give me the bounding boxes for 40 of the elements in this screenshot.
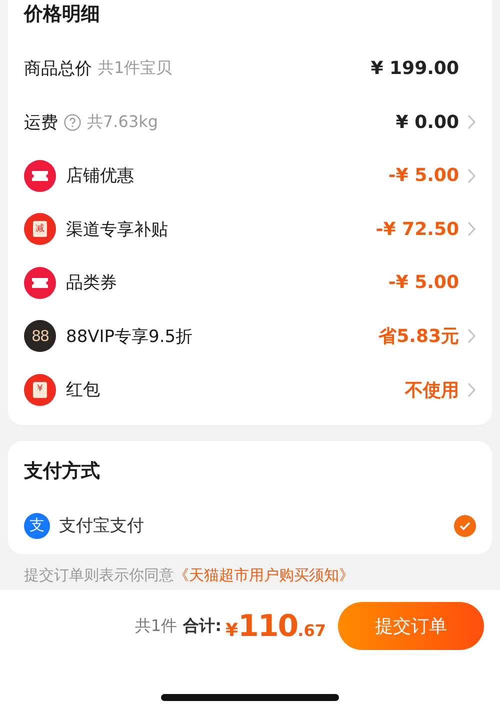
chevron-right-icon[interactable]	[467, 328, 476, 344]
total-price: ¥110.67	[226, 608, 326, 644]
amount-value: -¥ 5.00	[388, 272, 459, 294]
fee-label: 红包	[66, 379, 100, 402]
amount-value: 省5.83元	[378, 325, 459, 348]
note-text: 共7.63kg	[87, 112, 158, 133]
subsidy-icon: 减	[24, 213, 56, 246]
fee-label: 88VIP专享9.5折	[66, 326, 193, 348]
ticket-icon	[24, 266, 56, 299]
fee-label: 店铺优惠	[66, 165, 134, 188]
agreement-link[interactable]: 《天猫超市用户购买须知》	[174, 566, 354, 584]
chevron-right-icon[interactable]	[467, 114, 476, 130]
amount-value: 不使用	[405, 378, 459, 402]
home-indicator[interactable]	[161, 694, 339, 701]
section-title: 支付方式	[24, 458, 101, 484]
amount-value: ¥ 0.00	[396, 112, 459, 133]
ticket-icon	[24, 160, 56, 192]
check-icon[interactable]	[459, 520, 471, 530]
payment-method-label[interactable]: 支付宝支付	[59, 514, 144, 537]
section-title: 价格明细	[24, 2, 101, 27]
total-label: 合计:	[183, 616, 222, 636]
chevron-right-icon[interactable]	[467, 168, 476, 184]
amount-value: -¥ 5.00	[388, 165, 459, 186]
item-count: 共1件	[134, 616, 178, 636]
amount-value: -¥ 72.50	[376, 218, 459, 240]
chevron-right-icon[interactable]	[467, 382, 476, 398]
agreement-text: 提交订单则表示你同意《天猫超市用户购买须知》	[24, 566, 354, 584]
help-icon[interactable]	[64, 114, 81, 131]
fee-label: 渠道专享补贴	[66, 218, 168, 241]
envelope-icon: ¥	[24, 374, 56, 406]
alipay-icon: 支	[24, 512, 50, 538]
note-text: 共1件宝贝	[98, 58, 172, 80]
radio-button[interactable]	[454, 514, 476, 536]
amount-value: ¥ 199.00	[370, 58, 459, 80]
chevron-right-icon[interactable]	[467, 221, 476, 238]
submit-order-button[interactable]: 提交订单	[338, 602, 484, 650]
fee-label: 商品总价	[24, 58, 92, 80]
fee-label: 运费	[24, 112, 58, 134]
fee-label: 品类券	[66, 272, 117, 294]
vip-badge-icon: 88	[24, 320, 56, 352]
